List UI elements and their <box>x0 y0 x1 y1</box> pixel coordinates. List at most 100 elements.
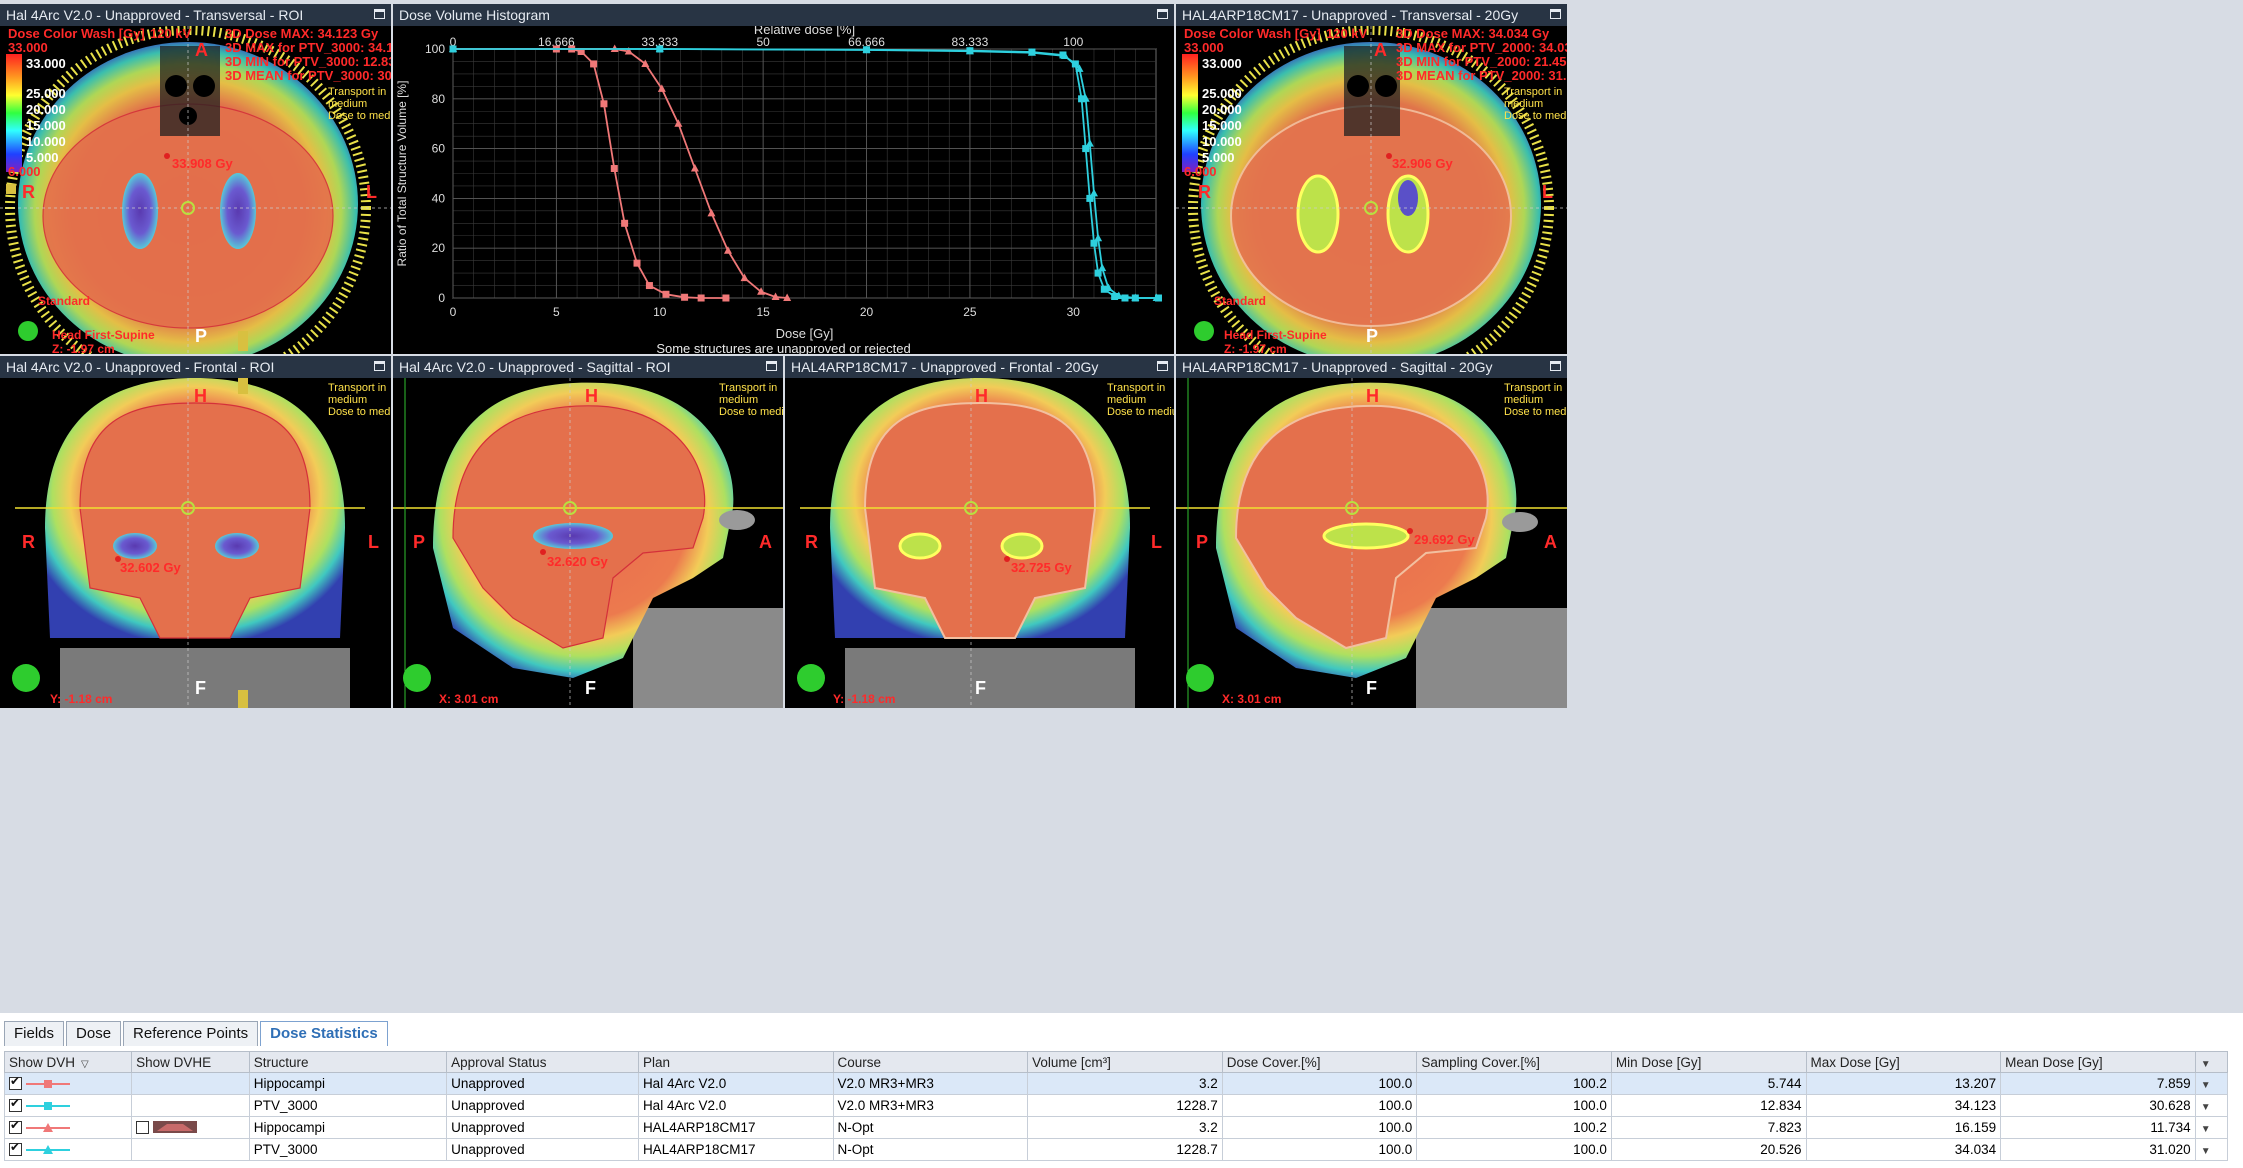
show-dvhe-cell[interactable] <box>131 1116 250 1139</box>
chevron-down-icon[interactable]: ▼ <box>2200 1059 2212 1070</box>
col-dose-cover[interactable]: Dose Cover.[%] <box>1221 1051 1418 1073</box>
top-axis-label: Relative dose [%] <box>754 26 855 37</box>
line-style-swatch <box>25 1144 70 1154</box>
show-dvhe-cell[interactable] <box>131 1138 250 1161</box>
maximize-icon[interactable] <box>1550 361 1561 371</box>
line-style-swatch <box>25 1122 70 1132</box>
col-plan[interactable]: Plan <box>637 1051 834 1073</box>
checkbox-icon[interactable] <box>9 1118 22 1134</box>
maximize-icon[interactable] <box>1157 9 1168 19</box>
col-show-dvh[interactable]: Show DVH ▽ <box>3 1051 133 1073</box>
col-volume[interactable]: Volume [cm³] <box>1027 1051 1223 1073</box>
chevron-down-icon[interactable]: ▼ <box>2200 1080 2212 1091</box>
sagittal-view-left[interactable]: Hal 4Arc V2.0 - Unapproved - Sagittal - … <box>393 356 783 708</box>
dvh-view[interactable]: Dose Volume Histogram 0 5 10 15 20 25 30 0 20 40 6… <box>393 4 1174 354</box>
orient-right: L <box>368 532 379 552</box>
line-style-swatch <box>25 1079 70 1088</box>
colorbar-tick: 25.000 <box>26 86 66 101</box>
filter-dropdown-icon[interactable]: ▽ <box>79 1059 91 1070</box>
maximize-icon[interactable] <box>1550 9 1561 19</box>
table-row[interactable]: Hippocampi Unapproved HAL4ARP18CM17 N-Op… <box>3 1116 2229 1139</box>
sagittal-image <box>393 378 783 708</box>
axial-view-right[interactable]: HAL4ARP18CM17 - Unapproved - Transversal… <box>1176 4 1567 354</box>
maximize-icon[interactable] <box>1157 361 1168 371</box>
show-dvh-cell[interactable] <box>3 1138 133 1161</box>
table-row[interactable]: PTV_3000 Unapproved Hal 4Arc V2.0 V2.0 M… <box>3 1094 2229 1117</box>
col-sampling-cover[interactable]: Sampling Cover.[%] <box>1416 1051 1612 1073</box>
status-cell: Unapproved <box>446 1116 639 1139</box>
view-title-bar: HAL4ARP18CM17 - Unapproved - Frontal - 2… <box>785 356 1174 378</box>
tab-dose-statistics[interactable]: Dose Statistics <box>260 1021 388 1046</box>
chevron-down-icon[interactable]: ▼ <box>2200 1146 2212 1157</box>
orient-right: L <box>366 182 377 202</box>
point-dose: 32.602 Gy <box>120 560 181 575</box>
dose-cover-cell: 100.0 <box>1221 1094 1418 1117</box>
row-menu[interactable]: ▼ <box>2194 1072 2229 1095</box>
chevron-down-icon[interactable]: ▼ <box>2200 1124 2212 1135</box>
view-title: HAL4ARP18CM17 - Unapproved - Transversal… <box>1182 7 1519 23</box>
frontal-view-right[interactable]: HAL4ARP18CM17 - Unapproved - Frontal - 2… <box>785 356 1174 708</box>
view-title-bar: Dose Volume Histogram <box>393 4 1174 26</box>
mean-dose-cell: 30.628 <box>2000 1094 2196 1117</box>
orient-bottom: P <box>195 326 208 346</box>
show-dvhe-cell[interactable] <box>131 1072 250 1095</box>
wash-label: Dose Color Wash [Gy] <box>1184 26 1321 41</box>
dose-stat-3: 3D MEAN for PTV_2000: 31.015 Gy <box>1396 68 1567 83</box>
structure-cell: PTV_3000 <box>248 1138 448 1161</box>
status-cell: Unapproved <box>446 1094 639 1117</box>
maximize-icon[interactable] <box>374 361 385 371</box>
show-dvh-cell[interactable] <box>3 1094 133 1117</box>
frontal-view-left[interactable]: Hal 4Arc V2.0 - Unapproved - Frontal - R… <box>0 356 391 708</box>
col-show-dvhe[interactable]: Show DVHE <box>131 1051 250 1073</box>
orient-top: H <box>1366 386 1379 406</box>
tab-dose[interactable]: Dose <box>66 1021 122 1046</box>
dvh-marker-square <box>633 259 641 267</box>
col-approval-status[interactable]: Approval Status <box>446 1051 639 1073</box>
show-dvh-cell[interactable] <box>3 1072 133 1095</box>
col-min-dose[interactable]: Min Dose [Gy] <box>1610 1051 1807 1073</box>
chevron-down-icon[interactable]: ▼ <box>2200 1102 2212 1113</box>
col-structure[interactable]: Structure <box>248 1051 448 1073</box>
col-max-dose[interactable]: Max Dose [Gy] <box>1805 1051 2002 1073</box>
sagittal-view-right[interactable]: HAL4ARP18CM17 - Unapproved - Sagittal - … <box>1176 356 1567 708</box>
row-menu[interactable]: ▼ <box>2194 1094 2229 1117</box>
maximize-icon[interactable] <box>374 9 385 19</box>
dvh-footer: Some structures are unapproved or reject… <box>656 341 911 354</box>
show-dvhe-cell[interactable] <box>131 1094 250 1117</box>
row-menu[interactable]: ▼ <box>2194 1138 2229 1161</box>
table-row[interactable]: Hippocampi Unapproved Hal 4Arc V2.0 V2.0… <box>3 1072 2229 1095</box>
slice-z: Z: -1.97 cm <box>52 342 115 354</box>
point-dose: 33.908 Gy <box>172 156 233 171</box>
col-mean-dose[interactable]: Mean Dose [Gy] <box>2000 1051 2196 1073</box>
tab-fields[interactable]: Fields <box>4 1021 65 1046</box>
wash-max: 33.000 <box>8 40 48 55</box>
frontal-image <box>12 378 365 708</box>
y-tick-label: 20 <box>432 241 446 255</box>
row-menu[interactable]: ▼ <box>2194 1116 2229 1139</box>
slice-coord: Y: -1.18 cm <box>833 692 896 706</box>
axial-view-left[interactable]: Hal 4Arc V2.0 - Unapproved - Transversal… <box>0 4 391 354</box>
view-title: Hal 4Arc V2.0 - Unapproved - Transversal… <box>6 7 304 23</box>
checkbox-icon[interactable] <box>9 1096 22 1112</box>
dose-statistics-panel: Fields Dose Reference Points Dose Statistic… <box>0 1013 2243 1168</box>
table-row[interactable]: PTV_3000 Unapproved HAL4ARP18CM17 N-Opt … <box>3 1138 2229 1161</box>
maximize-icon[interactable] <box>766 361 777 371</box>
orient-left: R <box>805 532 818 552</box>
view-title: Hal 4Arc V2.0 - Unapproved - Frontal - R… <box>6 359 275 375</box>
col-menu[interactable]: ▼ <box>2194 1051 2229 1073</box>
course-cell: V2.0 MR3+MR3 <box>832 1094 1029 1117</box>
dvh-marker-square <box>662 290 670 298</box>
plan-cell: Hal 4Arc V2.0 <box>637 1094 834 1117</box>
checkbox-icon[interactable] <box>9 1074 22 1090</box>
show-dvh-cell[interactable] <box>3 1116 133 1139</box>
table-header: Show DVH ▽ Show DVHE Structure Approval … <box>3 1051 2229 1073</box>
dose-stat-1: 3D MAX for PTV_2000: 34.034 Gy <box>1396 40 1567 55</box>
checkbox-icon[interactable] <box>136 1120 150 1134</box>
point-dose: 32.725 Gy <box>1011 560 1072 575</box>
patient-position: Head First-Supine <box>52 328 155 342</box>
tab-reference-points[interactable]: Reference Points <box>123 1021 259 1046</box>
orient-left: R <box>1198 182 1211 202</box>
col-course[interactable]: Course <box>832 1051 1029 1073</box>
checkbox-icon[interactable] <box>9 1140 22 1156</box>
view-title: HAL4ARP18CM17 - Unapproved - Sagittal - … <box>1182 359 1493 375</box>
